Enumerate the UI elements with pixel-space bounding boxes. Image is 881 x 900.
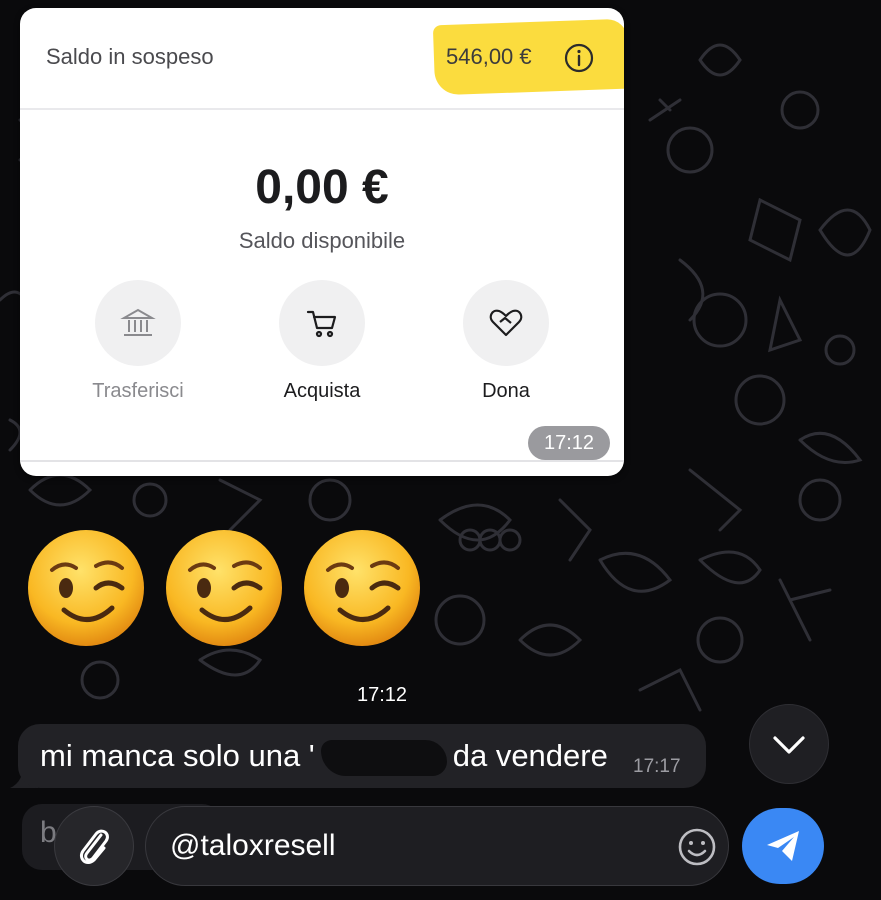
action-donate-label: Dona: [482, 380, 530, 402]
winking-face-emoji: [28, 530, 144, 646]
bank-icon: [120, 308, 156, 336]
pending-balance-label: Saldo in sospeso: [46, 44, 214, 69]
attach-button[interactable]: [54, 806, 134, 886]
image-message-time: 17:12: [528, 426, 610, 460]
redaction-blot: [320, 739, 447, 776]
action-donate-circle: [463, 280, 549, 366]
message-text-before: mi manca solo una ': [40, 738, 315, 773]
available-balance-amount: 0,00 €: [255, 161, 389, 214]
image-message-bubble[interactable]: Saldo in sospeso 546,00 € 0,00 € Saldo d…: [20, 8, 624, 476]
send-button[interactable]: [742, 808, 824, 884]
action-transfer-label: Trasferisci: [92, 380, 184, 402]
paperclip-icon: [79, 829, 109, 865]
emoji-message-time: 17:12: [357, 684, 408, 706]
card-divider: [20, 460, 624, 462]
emoji-smiley-icon[interactable]: [676, 826, 718, 868]
scroll-to-bottom-button[interactable]: [749, 704, 829, 784]
chevron-down-icon: [773, 736, 805, 754]
available-balance-label: Saldo disponibile: [238, 228, 406, 253]
action-buy-circle: [279, 280, 365, 366]
message-text[interactable]: mi manca solo una ' da vendere: [40, 738, 608, 776]
message-text-after: da vendere: [452, 738, 608, 773]
action-donate: Dona: [426, 280, 586, 403]
info-icon: [564, 43, 594, 73]
action-buy: Acquista: [242, 280, 402, 403]
action-transfer: Trasferisci: [58, 280, 218, 403]
winking-face-emoji: [304, 530, 420, 646]
text-message-time: 17:17: [633, 756, 681, 777]
action-buy-label: Acquista: [283, 380, 361, 402]
action-transfer-circle: [95, 280, 181, 366]
heart-icon: [489, 309, 523, 337]
send-plane-icon: [767, 831, 799, 861]
cart-icon: [306, 310, 337, 338]
pending-balance-amount: 546,00 €: [446, 44, 532, 69]
message-input-value[interactable]: @taloxresell: [170, 829, 336, 863]
winking-face-emoji: [166, 530, 282, 646]
